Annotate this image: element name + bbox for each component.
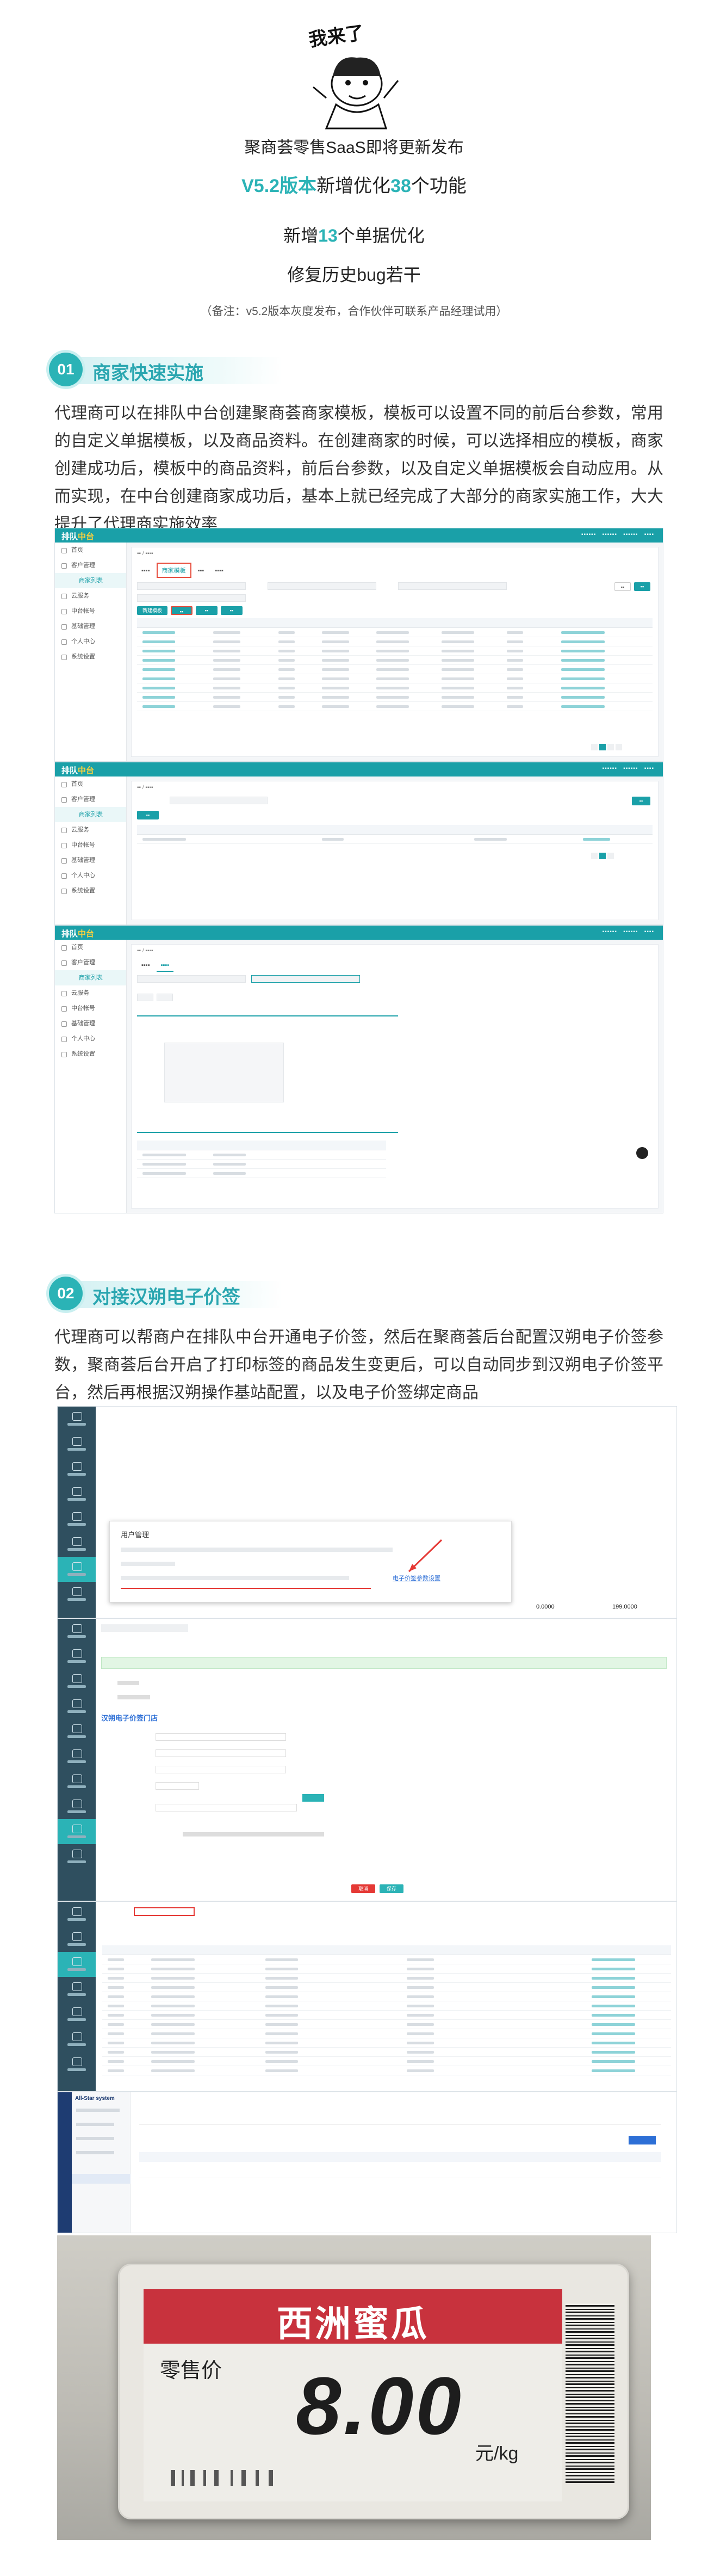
doc-tail: 个单据优化 (337, 226, 425, 245)
sidebar-item-merchant-list[interactable]: 商家列表 (55, 573, 126, 588)
sidebar-item-home[interactable]: 首页 (55, 543, 126, 558)
price-unit: 元/kg (475, 2443, 519, 2464)
screenshot-template-list: 排队中台 ▪▪▪▪▪▪ ▪▪▪▪▪▪ ▪▪▪▪▪▪ ▪▪▪▪ 首页 客户管理 商家… (54, 528, 663, 762)
screenshot-create-merchant: 排队中台 ▪▪▪▪▪▪ ▪▪▪▪▪▪ ▪▪▪▪ 首页 客户管理 商家列表 云服务 … (54, 925, 663, 1213)
section-01-number: 01 (49, 353, 83, 386)
release-note: （备注：v5.2版本灰度发布，合作伙伴可联系产品经理试用） (200, 305, 508, 318)
section-01-header: 01 商家快速实施 (49, 353, 659, 389)
sidebar-item-accounts[interactable]: 中台帐号 (55, 603, 126, 619)
electronic-price-tag: 西洲蜜瓜 零售价 8.00 元/kg (118, 2264, 629, 2519)
price-value: 8.00 (296, 2360, 463, 2451)
tag-fine-print (160, 2462, 562, 2495)
tab-merchant-template[interactable]: 商家模板 (156, 563, 191, 578)
price-label: 零售价 (160, 2359, 222, 2382)
sidebar-item-settings[interactable]: 系统设置 (55, 649, 126, 664)
screenshot-product-list (57, 1901, 677, 2092)
meme-illustration: 我来了 (305, 16, 403, 131)
value-2: 199.0000 (612, 1604, 637, 1610)
section-01-title: 商家快速实施 (92, 363, 203, 384)
screenshot-esl-platform: All-Star system (57, 2092, 677, 2233)
section-02-body: 代理商可以帮商户在排队中台开通电子价签，然后在聚商荟后台配置汉朔电子价签参数，聚… (54, 1328, 663, 1402)
esl-store-title: 汉朔电子价签门店 (101, 1714, 158, 1722)
feature-count: 38 (390, 176, 411, 196)
bugfix-line: 修复历史bug若干 (287, 265, 421, 285)
user-management-title: 用户管理 (121, 1531, 150, 1539)
screenshot-user-management: 用户管理 电子价签参数设置 0.0000 199.0000 (57, 1406, 677, 1618)
screenshot-esl-store: 汉朔电子价签门店 取消 保存 (57, 1618, 677, 1901)
version-number: V5.2版本 (241, 176, 317, 196)
document-optimization: 新增13个单据优化 (0, 222, 708, 247)
template-table (137, 618, 653, 711)
section-02-header: 02 对接汉朔电子价签 (49, 1277, 659, 1312)
price-tag-photo: 西洲蜜瓜 零售价 8.00 元/kg (57, 2235, 651, 2540)
version-summary: V5.2版本新增优化38个功能 (0, 171, 708, 198)
sidebar-item-cloud[interactable]: 云服务 (55, 588, 126, 603)
create-template-button[interactable]: 新建模板 (137, 606, 167, 615)
save-button[interactable]: 保存 (380, 1884, 403, 1893)
sidebar: 首页 客户管理 商家列表 云服务 中台帐号 基础管理 个人中心 系统设置 (55, 543, 127, 761)
section-02-title: 对接汉朔电子价签 (92, 1287, 240, 1308)
app-logo: 排队中台 (61, 532, 95, 541)
barcode-icon (566, 2303, 614, 2483)
platform-name: All-Star system (75, 2096, 115, 2102)
doc-count: 13 (318, 226, 338, 245)
product-name: 西洲蜜瓜 (277, 2302, 429, 2345)
meme-caption: 我来了 (307, 22, 365, 51)
section-01-body: 代理商可以在排队中台创建聚商荟商家模板，模板可以设置不同的前后台参数，常用的自定… (54, 404, 663, 533)
value-1: 0.0000 (536, 1604, 555, 1610)
main-content: ▪▪ / ▪▪▪▪ ▪▪▪▪ 商家模板 ▪▪▪ ▪▪▪▪ ▪▪ ▪▪ 新建模板 ▪▪ ▪… (131, 547, 659, 757)
cancel-button[interactable]: 取消 (351, 1884, 375, 1893)
version-tail: 个功能 (411, 176, 467, 196)
doc-pre: 新增 (283, 226, 319, 245)
sidebar-item-customers[interactable]: 客户管理 (55, 558, 126, 573)
release-title: 聚商荟零售SaaS即将更新发布 (244, 139, 464, 157)
sidebar-item-basics[interactable]: 基础管理 (55, 619, 126, 634)
section-02-number: 02 (49, 1277, 83, 1310)
screenshot-template-detail: 排队中台 ▪▪▪▪▪▪ ▪▪▪▪▪▪ ▪▪▪▪ 首页 客户管理 商家列表 云服务 … (54, 762, 663, 925)
sidebar-item-profile[interactable]: 个人中心 (55, 634, 126, 649)
red-arrow-icon (408, 1539, 443, 1573)
version-mid: 新增优化 (316, 176, 391, 196)
